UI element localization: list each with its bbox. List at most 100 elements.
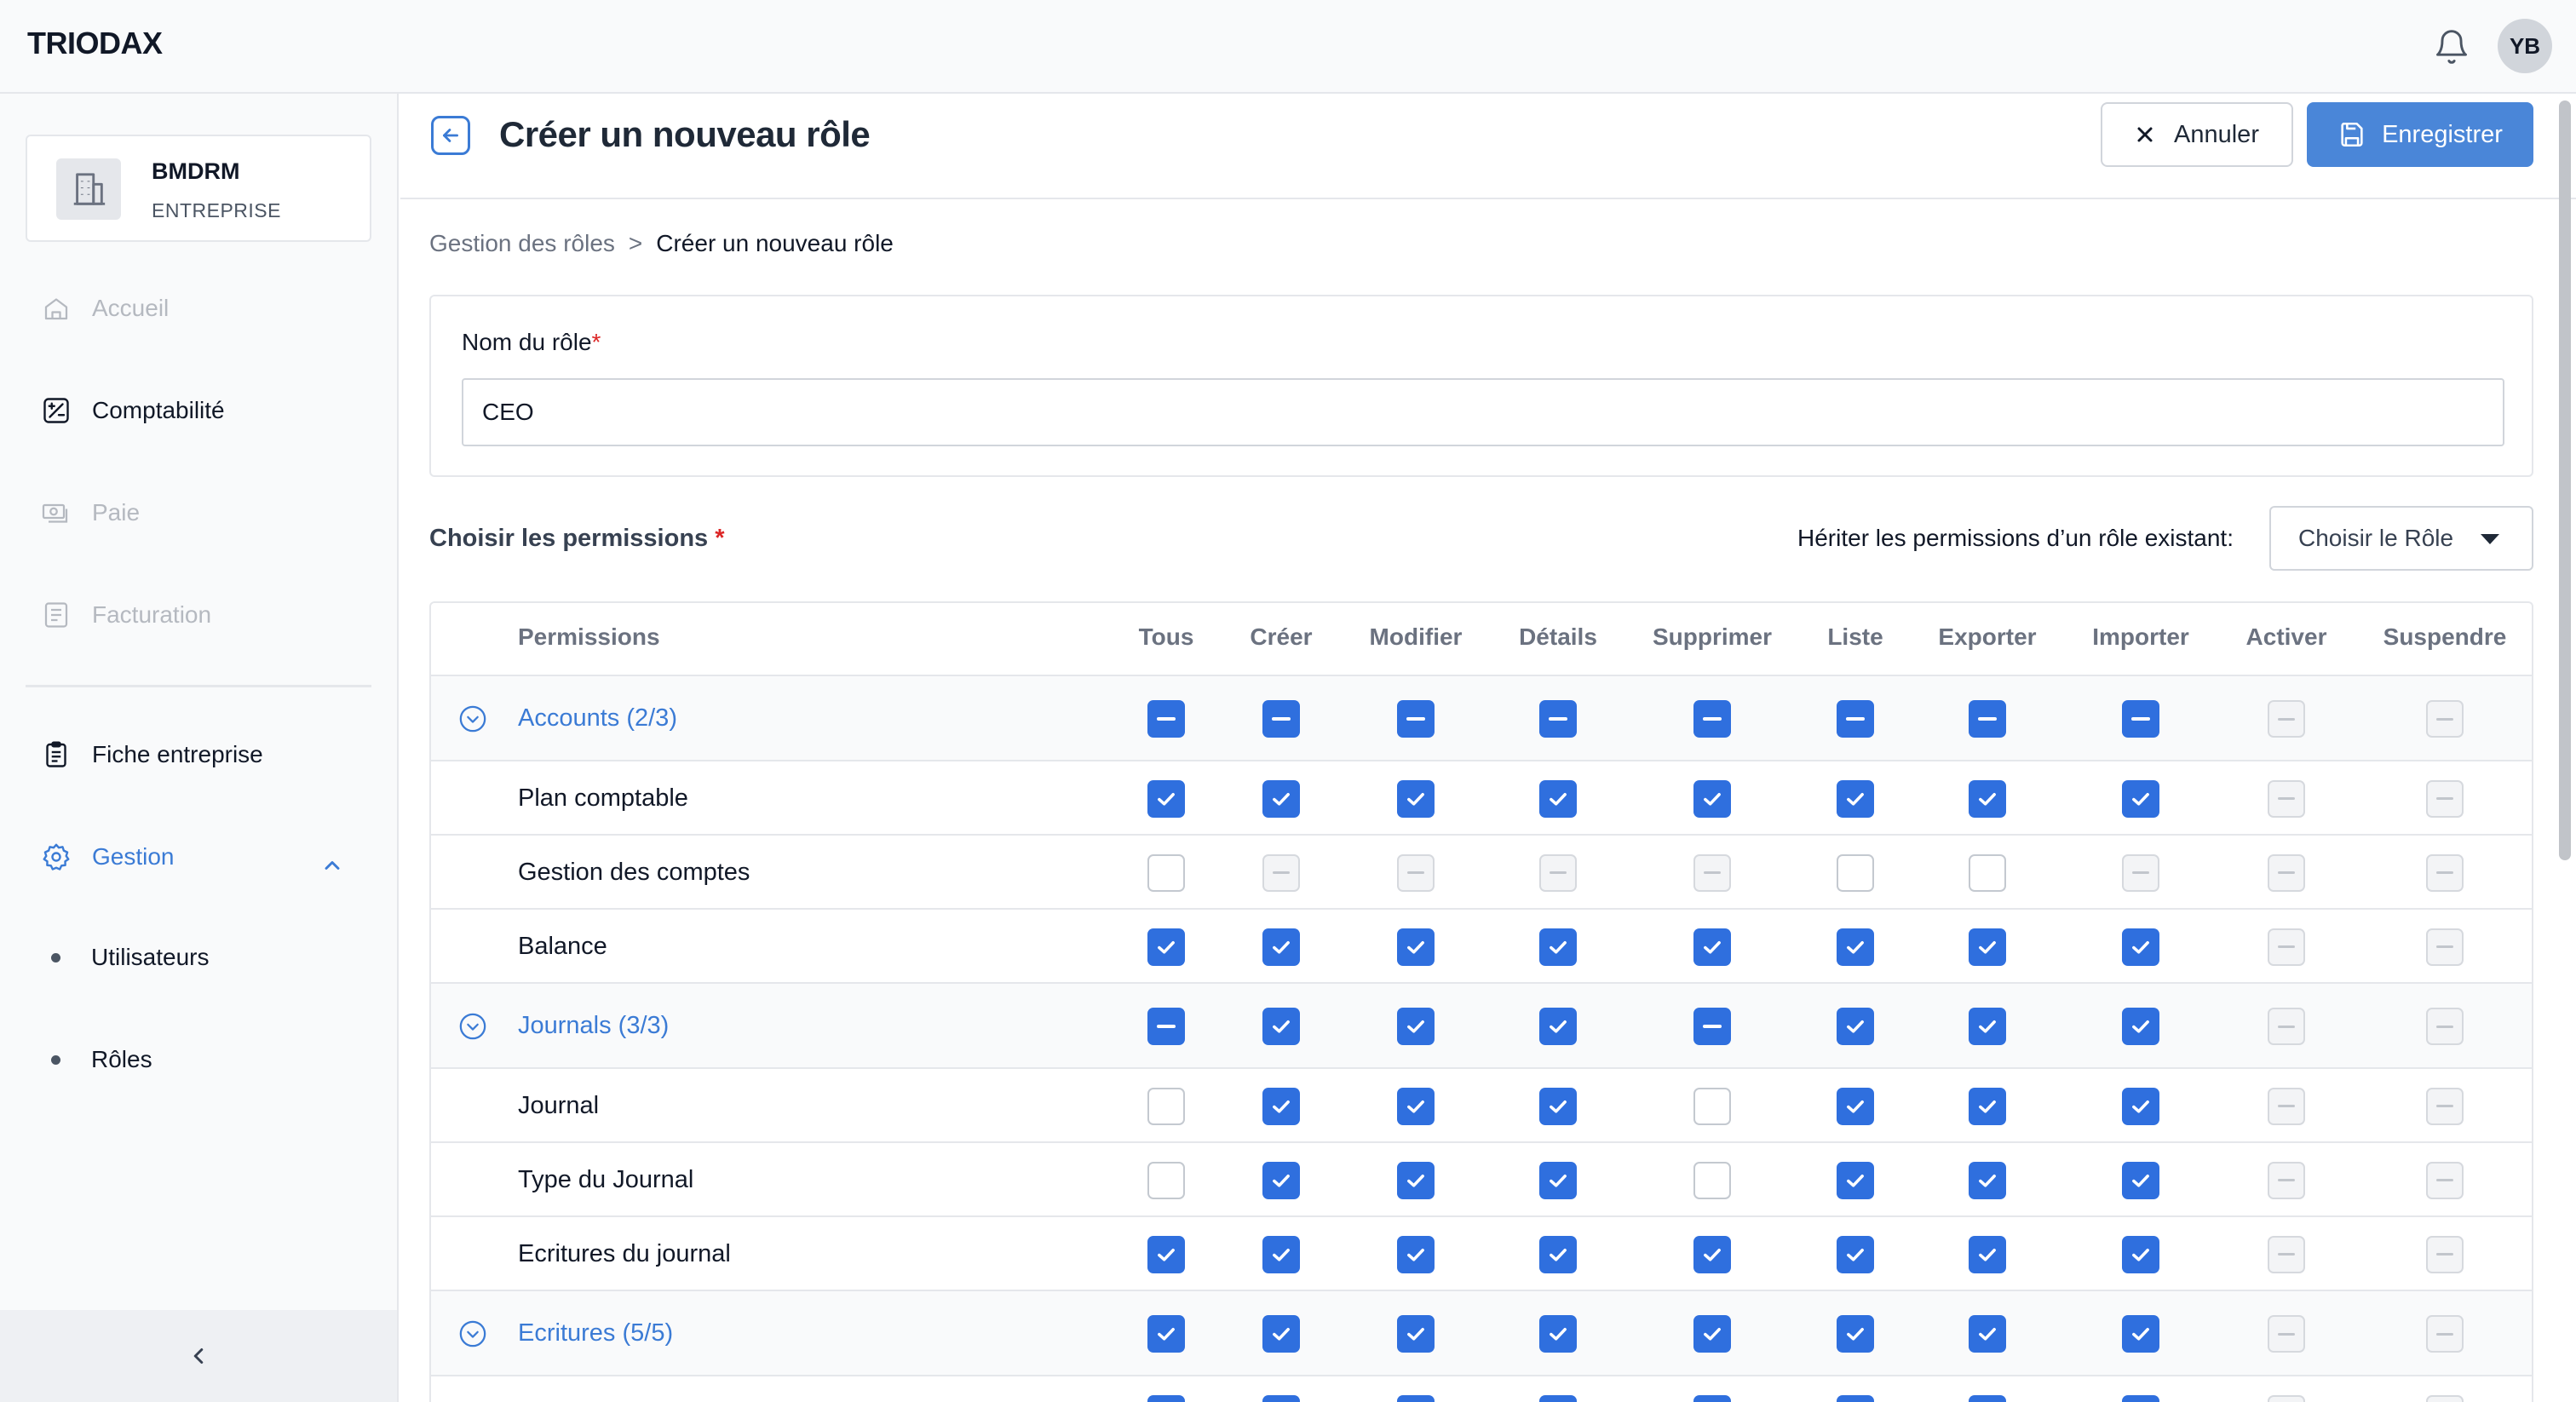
chevron-circle-down-icon[interactable] bbox=[458, 704, 487, 733]
permission-checkbox[interactable] bbox=[2122, 1008, 2159, 1045]
permission-checkbox[interactable] bbox=[1539, 1235, 1577, 1273]
save-button[interactable]: Enregistrer bbox=[2307, 102, 2533, 167]
permission-checkbox[interactable] bbox=[1397, 928, 1435, 966]
permission-checkbox[interactable] bbox=[1969, 1394, 2006, 1402]
permission-checkbox[interactable] bbox=[1969, 853, 2006, 892]
permission-checkbox[interactable] bbox=[1262, 1235, 1300, 1273]
permission-checkbox[interactable] bbox=[1969, 1008, 2006, 1045]
permission-checkbox[interactable] bbox=[2122, 779, 2159, 818]
permission-checkbox[interactable] bbox=[1262, 1315, 1300, 1353]
permission-checkbox[interactable] bbox=[1693, 1315, 1731, 1353]
permission-checkbox[interactable] bbox=[1837, 853, 1874, 892]
permission-checkbox[interactable] bbox=[1969, 1235, 2006, 1273]
permission-checkbox[interactable] bbox=[1539, 928, 1577, 966]
permission-checkbox[interactable] bbox=[1262, 1008, 1300, 1045]
permission-checkbox[interactable] bbox=[2122, 1161, 2159, 1199]
sidebar-item-accueil[interactable]: Accueil bbox=[41, 293, 169, 324]
app-logo[interactable]: TRIODAX bbox=[27, 26, 163, 61]
permission-checkbox[interactable] bbox=[1539, 1008, 1577, 1045]
user-avatar[interactable]: YB bbox=[2498, 19, 2552, 73]
permission-checkbox[interactable] bbox=[1693, 1087, 1731, 1125]
permission-checkbox[interactable] bbox=[1397, 1008, 1435, 1045]
permission-checkbox[interactable] bbox=[1262, 1161, 1300, 1199]
permission-checkbox[interactable] bbox=[1693, 1235, 1731, 1273]
permission-checkbox[interactable] bbox=[1969, 779, 2006, 818]
permission-checkbox[interactable] bbox=[1397, 1394, 1435, 1402]
permission-checkbox[interactable] bbox=[1397, 700, 1435, 738]
permission-checkbox[interactable] bbox=[1539, 1087, 1577, 1125]
chevron-circle-down-icon[interactable] bbox=[458, 1319, 487, 1348]
permission-checkbox[interactable] bbox=[1539, 1161, 1577, 1199]
permission-checkbox[interactable] bbox=[1837, 928, 1874, 966]
permission-checkbox[interactable] bbox=[1837, 779, 1874, 818]
permission-checkbox[interactable] bbox=[1693, 1161, 1731, 1199]
permission-checkbox[interactable] bbox=[1147, 1008, 1185, 1045]
sidebar-item-fiche-entreprise[interactable]: Fiche entreprise bbox=[41, 739, 263, 770]
permission-checkbox[interactable] bbox=[1262, 779, 1300, 818]
inherit-role-select[interactable]: Choisir le Rôle bbox=[2269, 506, 2533, 571]
bell-icon[interactable] bbox=[2433, 28, 2470, 66]
permission-checkbox[interactable] bbox=[1262, 1394, 1300, 1402]
permission-checkbox[interactable] bbox=[1693, 928, 1731, 966]
sidebar-item-paie[interactable]: Paie bbox=[41, 497, 140, 528]
permission-checkbox[interactable] bbox=[1539, 779, 1577, 818]
permission-checkbox[interactable] bbox=[1397, 1161, 1435, 1199]
permission-checkbox[interactable] bbox=[1969, 928, 2006, 966]
permission-checkbox[interactable] bbox=[2122, 1315, 2159, 1353]
chevron-up-icon[interactable] bbox=[320, 853, 344, 877]
permission-checkbox[interactable] bbox=[1837, 1087, 1874, 1125]
permission-checkbox[interactable] bbox=[2122, 1394, 2159, 1402]
permission-checkbox[interactable] bbox=[1693, 1008, 1731, 1045]
sidebar-collapse-button[interactable] bbox=[0, 1310, 397, 1402]
permission-checkbox[interactable] bbox=[1147, 1235, 1185, 1273]
permission-checkbox[interactable] bbox=[1397, 1087, 1435, 1125]
permission-checkbox[interactable] bbox=[1262, 928, 1300, 966]
permission-checkbox[interactable] bbox=[1397, 1315, 1435, 1353]
permission-checkbox[interactable] bbox=[1147, 1394, 1185, 1402]
permission-group-label[interactable]: Journals (3/3) bbox=[518, 1012, 669, 1040]
sidebar-item-comptabilite[interactable]: Comptabilité bbox=[41, 395, 225, 426]
sidebar-subitem-utilisateurs[interactable]: Utilisateurs bbox=[51, 944, 209, 971]
permission-checkbox[interactable] bbox=[1837, 700, 1874, 738]
permission-checkbox[interactable] bbox=[1147, 853, 1185, 892]
permission-checkbox[interactable] bbox=[1969, 1087, 2006, 1125]
permission-checkbox[interactable] bbox=[1837, 1235, 1874, 1273]
permission-checkbox[interactable] bbox=[1539, 700, 1577, 738]
permission-checkbox[interactable] bbox=[2122, 928, 2159, 966]
permission-checkbox[interactable] bbox=[1262, 1087, 1300, 1125]
breadcrumb-link-roles[interactable]: Gestion des rôles bbox=[429, 230, 615, 257]
permission-checkbox[interactable] bbox=[1539, 1315, 1577, 1353]
permission-group-label[interactable]: Accounts (2/3) bbox=[518, 704, 677, 733]
permission-checkbox[interactable] bbox=[1539, 1394, 1577, 1402]
permission-checkbox[interactable] bbox=[1969, 1315, 2006, 1353]
permission-checkbox[interactable] bbox=[2122, 1087, 2159, 1125]
page-scrollbar[interactable] bbox=[2559, 101, 2571, 860]
permission-checkbox[interactable] bbox=[1693, 1394, 1731, 1402]
role-name-input[interactable] bbox=[462, 378, 2504, 446]
permission-checkbox[interactable] bbox=[1262, 700, 1300, 738]
permission-checkbox[interactable] bbox=[2122, 700, 2159, 738]
permission-checkbox[interactable] bbox=[1147, 1087, 1185, 1125]
permission-checkbox[interactable] bbox=[1969, 1161, 2006, 1199]
permission-checkbox[interactable] bbox=[1397, 1235, 1435, 1273]
permission-checkbox[interactable] bbox=[1147, 779, 1185, 818]
sidebar-subitem-roles[interactable]: Rôles bbox=[51, 1046, 152, 1073]
permission-checkbox[interactable] bbox=[1693, 700, 1731, 738]
permission-checkbox[interactable] bbox=[1147, 700, 1185, 738]
permission-checkbox[interactable] bbox=[1147, 928, 1185, 966]
sidebar-item-facturation[interactable]: Facturation bbox=[41, 600, 211, 630]
back-button[interactable] bbox=[431, 116, 470, 155]
permission-checkbox[interactable] bbox=[1397, 779, 1435, 818]
permission-checkbox[interactable] bbox=[1147, 1315, 1185, 1353]
permission-checkbox[interactable] bbox=[1837, 1315, 1874, 1353]
permission-checkbox[interactable] bbox=[1837, 1161, 1874, 1199]
chevron-circle-down-icon[interactable] bbox=[458, 1012, 487, 1041]
permission-checkbox[interactable] bbox=[1837, 1394, 1874, 1402]
permission-checkbox[interactable] bbox=[1147, 1161, 1185, 1199]
permission-group-label[interactable]: Ecritures (5/5) bbox=[518, 1319, 673, 1347]
sidebar-item-gestion[interactable]: Gestion bbox=[41, 842, 175, 872]
permission-checkbox[interactable] bbox=[1693, 779, 1731, 818]
permission-checkbox[interactable] bbox=[1969, 700, 2006, 738]
permission-checkbox[interactable] bbox=[2122, 1235, 2159, 1273]
company-card[interactable]: BMDRM ENTREPRISE bbox=[26, 135, 371, 242]
